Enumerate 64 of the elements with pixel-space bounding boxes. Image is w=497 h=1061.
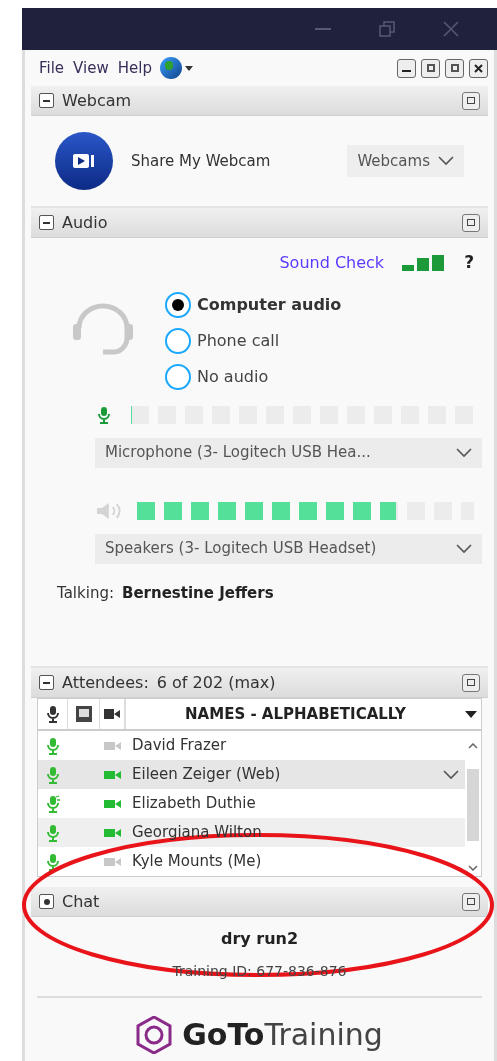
attendee-row[interactable]: Eileen Zeiger (Web) [38,760,465,789]
audio-option-radio[interactable]: Computer audio [165,291,342,318]
popout-button[interactable] [462,91,480,110]
video-play-icon [73,154,95,168]
microphone-icon [45,705,60,723]
session-name: dry run2 [220,928,299,950]
microphone-icon [46,852,60,871]
panel-title: Audio [62,211,108,234]
help-button[interactable]: ? [464,250,474,276]
expand-button[interactable] [39,215,54,230]
talking-name: Bernestine Jeffers [122,582,274,604]
scroll-down-icon[interactable] [468,865,478,871]
speaking-mic-icon [46,794,60,813]
chevron-down-icon [443,769,459,780]
popout-button[interactable] [462,673,480,692]
minimize-button[interactable] [397,58,416,78]
chevron-down-icon [456,543,472,554]
scroll-up-icon[interactable] [468,743,478,749]
expand-button[interactable] [39,675,54,690]
expand-button[interactable] [39,894,54,909]
popout-button[interactable] [445,58,464,78]
menu-item[interactable]: Help [117,56,152,80]
share-webcam-label: Share My Webcam [131,150,271,172]
speaker-icon [97,502,123,519]
webcam-share-button[interactable] [55,132,113,190]
caret-down-icon[interactable] [184,65,193,71]
close-icon [474,63,483,73]
popout-button[interactable] [462,892,480,911]
names-sort-header[interactable]: NAMES - ALPHABETICALLY [126,702,465,726]
attendee-count: 6 of 202 (max) [156,671,276,694]
panel-title: Webcam [62,89,132,112]
chevron-down-icon [438,156,454,166]
video-camera-icon [104,827,122,838]
expand-button[interactable] [39,93,54,108]
video-camera-icon [104,740,122,751]
restore-button[interactable] [421,58,440,78]
talking-label: Talking: [57,582,114,604]
caret-down-icon[interactable] [465,710,477,718]
popout-button[interactable] [462,213,480,232]
panel-title: Chat [62,890,100,913]
microphone-icon [46,736,60,755]
video-camera-icon [104,709,120,719]
sound-check-link[interactable]: Sound Check [279,250,385,275]
chevron-down-icon [456,447,472,458]
video-camera-icon [104,769,122,780]
video-camera-icon [104,798,122,809]
microphone-icon [97,405,111,424]
webcams-dropdown[interactable]: Webcams [347,145,464,177]
logo-icon [136,1015,173,1054]
signal-bars-icon [402,254,447,271]
audio-option-radio[interactable]: No audio [165,363,342,390]
globe-icon[interactable] [159,57,182,79]
video-camera-icon [104,856,122,867]
microphone-icon [46,765,60,784]
logo-text: GoToTraining [182,1016,383,1054]
microphone-dropdown[interactable]: Microphone (3- Logitech USB Hea... [95,437,482,468]
panel-title: Attendees: [62,671,149,694]
microphone-icon [46,823,60,842]
screen-share-icon [75,706,92,722]
close-button[interactable] [469,58,488,78]
audio-option-radio[interactable]: Phone call [165,327,342,354]
speakers-dropdown[interactable]: Speakers (3- Logitech USB Headset) [95,533,482,564]
menu-item[interactable]: View [73,56,109,80]
menu-item[interactable]: File [39,56,65,80]
